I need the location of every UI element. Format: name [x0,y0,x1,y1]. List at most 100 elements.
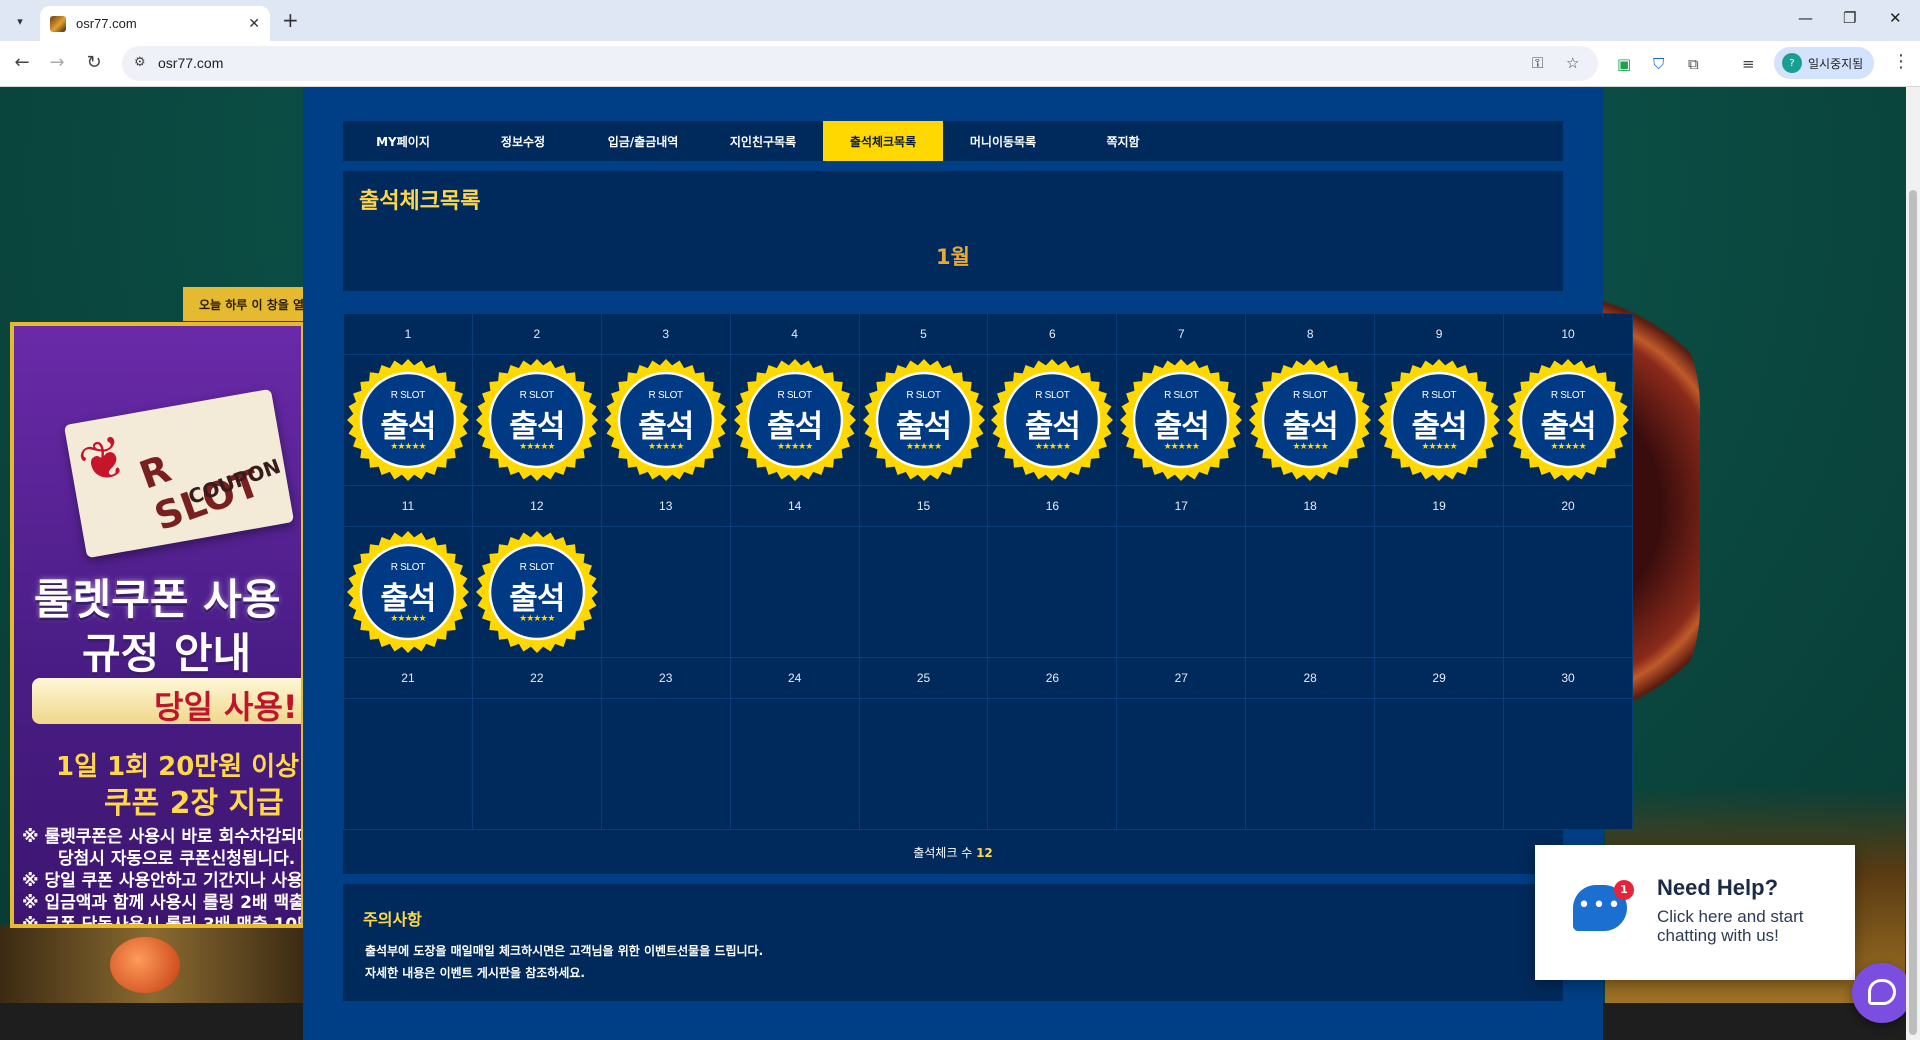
calendar-day-number: 28 [1245,657,1376,699]
address-bar[interactable]: ⚙ osr77.com ⚿ ☆ [122,46,1598,81]
tab-referral-list[interactable]: 지인친구목록 [703,121,823,161]
password-key-icon[interactable]: ⚿ [1532,54,1543,72]
profile-avatar: ? [1782,53,1802,73]
stamp-stars: ★★★★★ [519,442,555,452]
back-icon[interactable]: ← [10,52,34,73]
calendar-day-cell: R SLOT 출석 ★★★★★ [729,354,860,486]
calendar-day-number: 24 [729,657,860,699]
calendar-day-cell [1374,698,1505,830]
calendar-day-number: 14 [729,485,860,527]
stamp-stars: ★★★★★ [1163,442,1200,452]
attendance-stamp: R SLOT 출석 ★★★★★ [862,358,986,482]
calendar-day-cell: R SLOT 출석 ★★★★★ [1116,354,1247,486]
chat-help-card[interactable]: ••• 1 Need Help? Click here and start ch… [1535,845,1855,980]
calendar-day-number: 27 [1116,657,1247,699]
promo-headline-1: 룰렛쿠폰 사용 [34,575,281,624]
calendar-day-cell: R SLOT 출석 ★★★★★ [471,526,602,658]
calendar-day-number: 7 [1116,313,1247,355]
stamp-text: 출석 [638,409,694,445]
stamp-brand: R SLOT [390,390,426,401]
tab-search-icon[interactable]: ▾ [8,9,32,33]
calendar-day-cell: R SLOT 출석 ★★★★★ [1245,354,1376,486]
window-close-icon[interactable]: ✕ [1889,9,1902,27]
calendar-day-cell [858,698,989,830]
bookmark-star-icon[interactable]: ☆ [1566,54,1579,72]
browser-tab[interactable]: osr77.com ✕ [40,6,270,41]
stamp-stars: ★★★★★ [1421,442,1457,452]
attendance-stamp: R SLOT 출석 ★★★★★ [604,358,728,482]
calendar-day-number: 26 [987,657,1118,699]
stamp-brand: R SLOT [648,390,684,401]
stamp-brand: R SLOT [1293,390,1328,401]
calendar-day-cell [1116,698,1247,830]
restore-icon[interactable]: ❐ [1843,9,1856,27]
new-tab-icon[interactable]: + [282,8,299,32]
attendance-stamp: R SLOT 출석 ★★★★★ [1506,358,1630,482]
stamp-stars: ★★★★★ [1034,442,1071,452]
calendar-day-cell: R SLOT 출석 ★★★★★ [471,354,602,486]
stamp-text: 출석 [1282,409,1339,445]
calendar-day-number: 8 [1245,313,1376,355]
tab-edit-info[interactable]: 정보수정 [463,121,583,161]
browser-menu-icon[interactable]: ⋮ [1892,51,1910,72]
site-info-icon[interactable]: ⚙ [134,55,146,70]
stamp-brand: R SLOT [906,390,941,401]
calendar-day-cell [1116,526,1247,658]
calendar-day-cell [1245,698,1376,830]
chat-launcher-button[interactable] [1852,963,1912,1023]
coupon-promo-popup[interactable]: ❦ R SLOT COUPON 룰렛쿠폰 사용 규정 안내 당일 사용! 1일 … [10,322,305,928]
stamp-brand: R SLOT [1164,390,1199,401]
calendar-day-number: 20 [1503,485,1633,527]
site-favicon-icon [50,15,66,32]
calendar-day-cell [987,698,1118,830]
tab-money-transfer-list[interactable]: 머니이동목록 [943,121,1063,161]
notice-title: 주의사항 [363,910,422,929]
calendar-day-cell: R SLOT 출석 ★★★★★ [1374,354,1505,486]
attendance-stamp: R SLOT 출석 ★★★★★ [346,530,470,654]
tab-attendance-list[interactable]: 출석체크목록 [823,121,943,161]
stamp-stars: ★★★★★ [648,442,684,452]
chat-launcher-icon [1868,979,1896,1005]
stamp-stars: ★★★★★ [776,442,813,452]
attendance-stamp: R SLOT 출석 ★★★★★ [1377,358,1501,482]
calendar-day-number: 1 [343,313,473,355]
url-text[interactable]: osr77.com [158,55,223,71]
calendar-day-cell: R SLOT 출석 ★★★★★ [600,354,731,486]
extensions-puzzle-icon[interactable]: ⧉ [1688,55,1699,73]
forward-icon[interactable]: → [45,52,69,73]
calendar-day-cell [600,698,731,830]
minimize-icon[interactable]: — [1798,9,1813,27]
promo-dismiss-today-button[interactable]: 오늘 하루 이 창을 열지 않음 [183,287,305,321]
stamp-text: 출석 [1024,409,1081,445]
notice-line-1: 출석부에 도장을 매일매일 체크하시면은 고객님을 위한 이벤트선물을 드립니다… [365,944,764,958]
calendar-day-cell [729,698,860,830]
scrollbar-thumb[interactable] [1909,190,1917,1035]
tab-messages[interactable]: 쪽지함 [1063,121,1183,161]
promo-headline-2: 규정 안내 [82,629,252,678]
stamp-text: 출석 [380,581,436,617]
stamp-stars: ★★★★★ [390,614,426,624]
stamp-text: 출석 [895,409,952,445]
calendar-day-number: 5 [858,313,989,355]
promo-note-5: ※ 쿠폰 단독사용시 롤링 3배 맥출 10만 [22,915,305,928]
stamp-text: 출석 [509,581,565,617]
stamp-stars: ★★★★★ [1550,442,1586,452]
extension-green-icon[interactable]: ▣ [1617,55,1631,73]
extension-shield-icon[interactable]: ⛉ [1653,55,1664,73]
tab-deposit-withdraw-history[interactable]: 입금/출금내역 [583,121,703,161]
calendar-day-number: 21 [343,657,473,699]
profile-button[interactable]: ? 일시중지됨 [1774,47,1874,79]
profile-status-label: 일시중지됨 [1808,56,1864,71]
calendar-day-number: 2 [471,313,602,355]
media-queue-icon[interactable]: ≡ [1742,55,1755,73]
attendance-stamp: R SLOT 출석 ★★★★★ [1119,358,1243,482]
calendar-day-number: 16 [987,485,1118,527]
reload-icon[interactable]: ↻ [82,52,106,73]
page-scrollbar[interactable] [1906,87,1920,1040]
calendar-day-number: 15 [858,485,989,527]
tab-mypage[interactable]: MY페이지 [343,121,463,161]
tab-close-icon[interactable]: ✕ [248,16,260,32]
calendar-day-cell [1245,526,1376,658]
stamp-text: 출석 [1540,409,1596,445]
attendance-stamp: R SLOT 출석 ★★★★★ [346,358,470,482]
